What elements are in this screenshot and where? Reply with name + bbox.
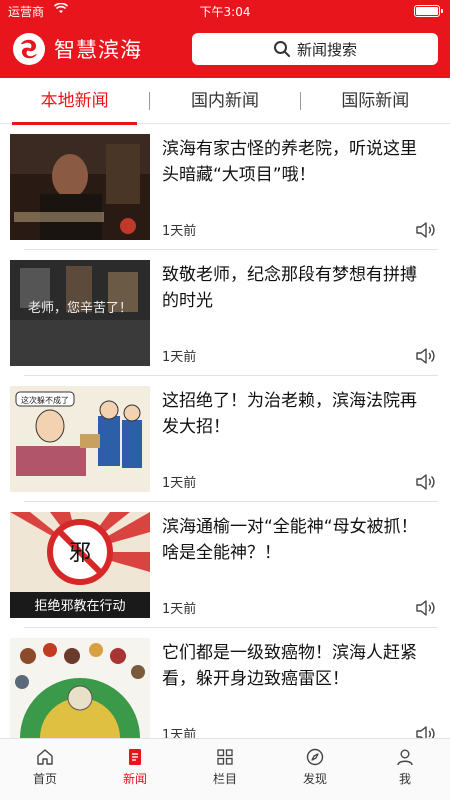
search-label: 新闻搜索 xyxy=(296,40,357,59)
news-tabs: 本地新闻 国内新闻 国际新闻 xyxy=(0,78,450,125)
clock: 下午3:04 xyxy=(199,5,251,19)
app-name: 智慧滨海 xyxy=(54,38,142,62)
app-header: 智慧滨海 新闻搜索 xyxy=(0,22,450,78)
bottom-nav: 首页 新闻 栏目 发现 我 xyxy=(0,738,450,800)
nav-label: 发现 xyxy=(302,772,327,786)
speaker-icon[interactable] xyxy=(414,219,436,241)
search-icon xyxy=(273,41,290,57)
news-time: 1天前 xyxy=(162,224,197,239)
news-list: 滨海有家古怪的养老院，听说这里头暗藏“大项目”哦！ 1天前 老师，您辛苦了！ 致… xyxy=(0,124,450,738)
nav-columns[interactable]: 栏目 xyxy=(180,739,270,800)
battery-icon xyxy=(414,5,443,17)
news-thumbnail: 老师，您辛苦了！ xyxy=(10,260,150,366)
news-time: 1天前 xyxy=(162,728,197,738)
thumbnail-caption: 拒绝邪教在行动 xyxy=(34,598,125,614)
top-bar: 运营商 下午3:04 智慧滨海 新闻搜索 xyxy=(0,0,450,78)
news-title: 致敬老师，纪念那段有梦想有拼搏的时光 xyxy=(162,265,417,311)
news-title: 滨海通榆一对“全能神“母女被抓！啥是全能神？！ xyxy=(162,517,418,563)
news-thumbnail xyxy=(10,638,150,738)
news-title: 滨海有家古怪的养老院，听说这里头暗藏“大项目”哦！ xyxy=(162,139,417,185)
nav-discover[interactable]: 发现 xyxy=(270,739,360,800)
tab-domestic-news[interactable]: 国内新闻 xyxy=(150,78,299,124)
nav-home[interactable]: 首页 xyxy=(0,739,90,800)
logo-mark-icon xyxy=(13,33,45,65)
tab-international-news[interactable]: 国际新闻 xyxy=(301,78,450,124)
nav-label: 首页 xyxy=(32,772,57,786)
news-icon xyxy=(129,749,141,765)
thumbnail-caption: 这次躲不成了 xyxy=(21,395,69,405)
news-item[interactable]: 滨海有家古怪的养老院，听说这里头暗藏“大项目”哦！ 1天前 xyxy=(10,124,438,250)
news-item[interactable]: 它们都是一级致癌物！滨海人赶紧看，躲开身边致癌雷区！ 1天前 xyxy=(10,628,438,738)
nav-label: 新闻 xyxy=(122,772,147,786)
nav-label: 栏目 xyxy=(212,772,237,786)
speaker-icon[interactable] xyxy=(414,345,436,367)
home-icon xyxy=(37,749,53,765)
news-thumbnail: 邪 拒绝邪教在行动 xyxy=(10,512,150,618)
nav-news[interactable]: 新闻 xyxy=(90,739,180,800)
news-time: 1天前 xyxy=(162,350,197,365)
news-item[interactable]: 这次躲不成了 这招绝了！为治老赖，滨海法院再发大招！ 1天前 xyxy=(10,376,438,502)
nav-label: 我 xyxy=(398,772,411,786)
news-item[interactable]: 邪 拒绝邪教在行动 滨海通榆一对“全能神“母女被抓！啥是全能神？！ 1天前 xyxy=(10,502,438,628)
speaker-icon[interactable] xyxy=(414,597,436,619)
grid-icon xyxy=(217,749,233,765)
speaker-icon[interactable] xyxy=(414,723,436,738)
app-logo: 智慧滨海 xyxy=(12,32,142,66)
news-title: 它们都是一级致癌物！滨海人赶紧看，躲开身边致癌雷区！ xyxy=(162,643,417,689)
compass-icon xyxy=(306,748,324,766)
news-title: 这招绝了！为治老赖，滨海法院再发大招！ xyxy=(162,391,417,437)
status-bar: 运营商 下午3:04 xyxy=(0,0,450,22)
svg-text:邪: 邪 xyxy=(69,541,91,566)
news-thumbnail: 这次躲不成了 xyxy=(10,386,150,492)
news-time: 1天前 xyxy=(162,602,197,617)
news-item[interactable]: 老师，您辛苦了！ 致敬老师，纪念那段有梦想有拼搏的时光 1天前 xyxy=(10,250,438,376)
nav-profile[interactable]: 我 xyxy=(360,739,450,800)
thumbnail-caption: 老师，您辛苦了！ xyxy=(28,300,132,316)
tab-local-news[interactable]: 本地新闻 xyxy=(0,78,149,125)
news-thumbnail xyxy=(10,134,150,240)
profile-icon xyxy=(397,749,413,766)
news-time: 1天前 xyxy=(162,476,197,491)
search-button[interactable]: 新闻搜索 xyxy=(192,33,438,65)
speaker-icon[interactable] xyxy=(414,471,436,493)
